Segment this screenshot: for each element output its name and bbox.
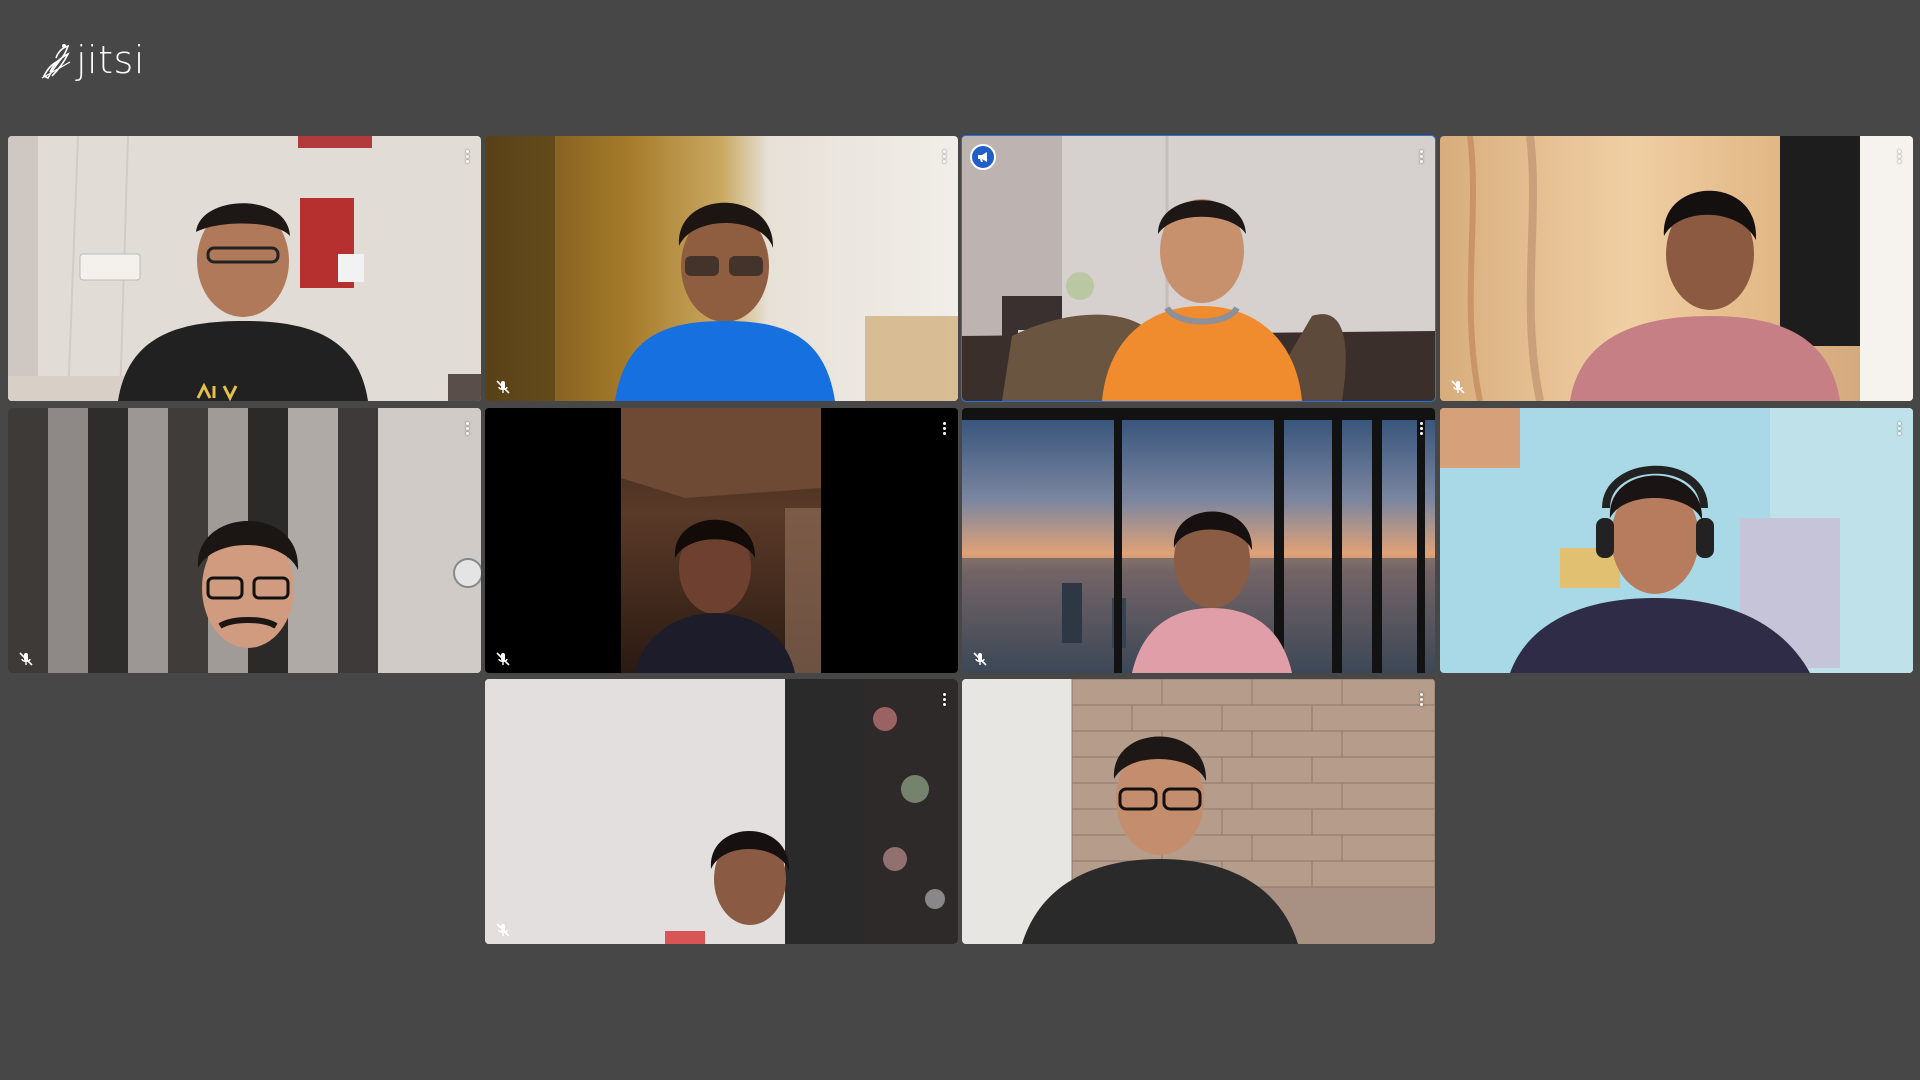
mic-off-icon [496, 923, 510, 937]
video-feed [962, 136, 1435, 401]
megaphone-icon [970, 144, 996, 170]
video-feed [1440, 408, 1913, 673]
more-vertical-icon[interactable] [461, 418, 473, 438]
more-vertical-icon[interactable] [1893, 146, 1905, 166]
more-vertical-icon[interactable] [1415, 689, 1427, 709]
participant-tile-3[interactable] [962, 136, 1435, 401]
participant-tile-4[interactable] [1440, 136, 1913, 401]
more-vertical-icon[interactable] [1893, 418, 1905, 438]
participant-tile-5[interactable] [8, 408, 481, 673]
more-vertical-icon[interactable] [938, 146, 950, 166]
participant-tile-10[interactable] [962, 679, 1435, 944]
jitsi-logo-icon [41, 44, 71, 80]
participant-tile-8[interactable] [1440, 408, 1913, 673]
video-feed [485, 679, 958, 944]
video-feed [962, 408, 1435, 673]
mic-off-icon [973, 652, 987, 666]
video-feed [485, 136, 958, 401]
more-vertical-icon[interactable] [938, 689, 950, 709]
participant-tile-1[interactable] [8, 136, 481, 401]
video-feed [8, 408, 481, 673]
participant-tile-9[interactable] [485, 679, 958, 944]
video-feed [485, 408, 958, 673]
mic-off-icon [496, 380, 510, 394]
jitsi-logo[interactable]: jitsi [38, 36, 145, 84]
participant-tile-7[interactable] [962, 408, 1435, 673]
more-vertical-icon[interactable] [938, 418, 950, 438]
more-vertical-icon[interactable] [1415, 146, 1427, 166]
more-vertical-icon[interactable] [1415, 418, 1427, 438]
video-feed [962, 679, 1435, 944]
more-vertical-icon[interactable] [461, 146, 473, 166]
mic-off-icon [1451, 380, 1465, 394]
logo-text: jitsi [76, 38, 145, 82]
participant-tile-2[interactable] [485, 136, 958, 401]
video-feed [1440, 136, 1913, 401]
participant-tile-6[interactable] [485, 408, 958, 673]
video-feed [8, 136, 481, 401]
mic-off-icon [19, 652, 33, 666]
mic-off-icon [496, 652, 510, 666]
